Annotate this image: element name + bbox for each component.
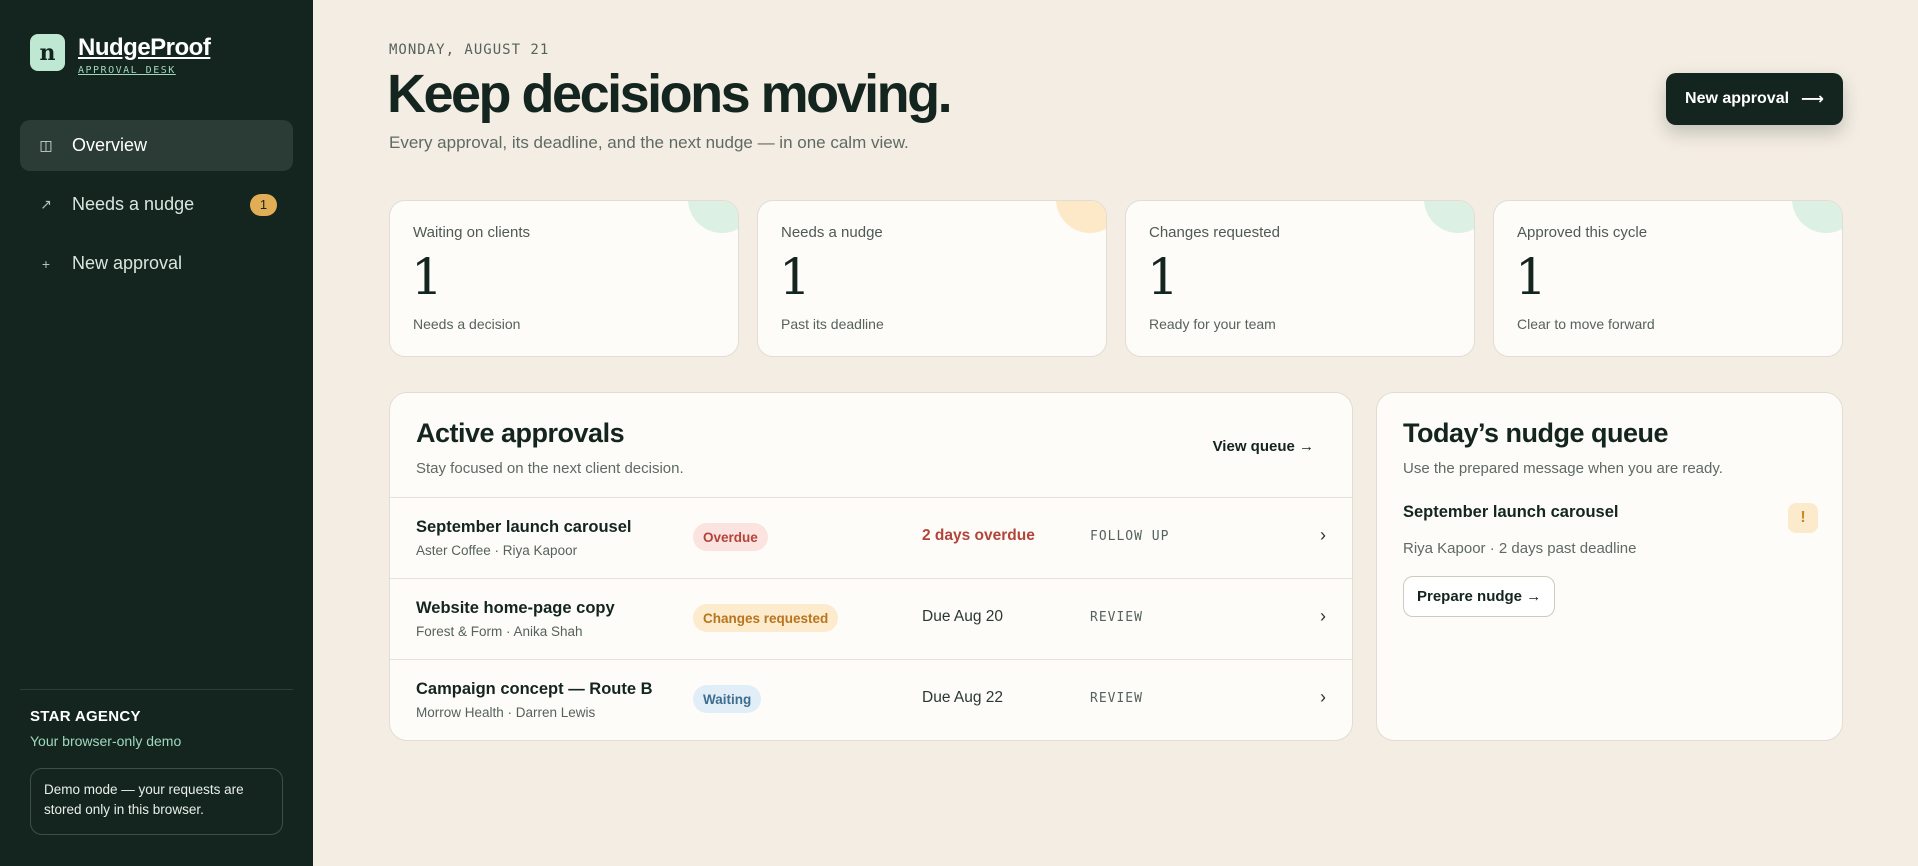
- panel-subtitle: Use the prepared message when you are re…: [1403, 460, 1723, 477]
- table-row[interactable]: Campaign concept — Route B Morrow Health…: [390, 659, 1352, 740]
- decorative-blob: [1424, 201, 1474, 233]
- sidebar-item-overview[interactable]: ◫ Overview: [20, 120, 293, 171]
- sidebar-divider: [20, 689, 293, 690]
- stat-note: Clear to move forward: [1517, 316, 1655, 332]
- view-queue-link[interactable]: View queue →: [1213, 438, 1314, 455]
- arrow-right-icon: ⟶: [1801, 91, 1824, 108]
- panel-subtitle: Stay focused on the next client decision…: [416, 460, 684, 477]
- new-approval-label: New approval: [1685, 90, 1790, 107]
- due-date: Due Aug 20: [922, 608, 1004, 625]
- stat-label: Needs a nudge: [781, 224, 883, 241]
- approvals-list: September launch carousel Aster Coffee ·…: [390, 497, 1352, 740]
- due-date: Due Aug 22: [922, 689, 1004, 706]
- status-badge: Changes requested: [693, 604, 839, 632]
- stat-label: Approved this cycle: [1517, 224, 1648, 241]
- table-row[interactable]: Website home-page copy Forest & Form · A…: [390, 578, 1352, 659]
- stat-value: 1: [779, 248, 811, 306]
- panel-icon: ◫: [39, 137, 53, 153]
- count-badge: 1: [250, 193, 277, 216]
- approval-meta: Aster Coffee · Riya Kapoor: [416, 543, 578, 558]
- decorative-blob: [688, 201, 738, 233]
- status-badge: Waiting: [693, 685, 762, 713]
- logo-icon: n: [30, 34, 65, 71]
- stat-note: Past its deadline: [781, 316, 884, 332]
- current-date: MONDAY, AUGUST 21: [389, 42, 550, 58]
- agency-name: STAR AGENCY: [30, 708, 141, 725]
- next-action: REVIEW: [1090, 691, 1143, 706]
- stat-value: 1: [1147, 248, 1179, 306]
- decorative-blob: [1792, 201, 1842, 233]
- stat-card-changes-requested: Changes requested 1 Ready for your team: [1125, 200, 1475, 357]
- approval-title: September launch carousel: [416, 518, 632, 536]
- due-date: 2 days overdue: [922, 527, 1035, 544]
- approval-meta: Morrow Health · Darren Lewis: [416, 705, 596, 720]
- warning-icon: !: [1788, 503, 1818, 533]
- brand-name[interactable]: NudgeProof: [78, 34, 211, 62]
- queue-item-meta: Riya Kapoor · 2 days past deadline: [1403, 540, 1637, 557]
- sidebar-item-new-approval[interactable]: + New approval: [20, 238, 293, 289]
- stat-value: 1: [411, 248, 443, 306]
- brand[interactable]: n NudgeProof APPROVAL DESK: [30, 34, 211, 76]
- brand-subtitle[interactable]: APPROVAL DESK: [78, 65, 210, 76]
- panel-title: Today’s nudge queue: [1403, 418, 1669, 448]
- next-action: REVIEW: [1090, 610, 1143, 625]
- demo-mode-notice: Demo mode — your requests are stored onl…: [30, 768, 283, 835]
- approval-title: Campaign concept — Route B: [416, 680, 653, 698]
- active-approvals-panel: Active approvals Stay focused on the nex…: [389, 392, 1353, 741]
- queue-item-title: September launch carousel: [1403, 503, 1619, 521]
- stat-label: Changes requested: [1149, 224, 1280, 241]
- sidebar-item-label: New approval: [72, 253, 183, 273]
- chevron-right-icon: ›: [1320, 606, 1326, 626]
- stat-card-approved: Approved this cycle 1 Clear to move forw…: [1493, 200, 1843, 357]
- sidebar-item-needs-a-nudge[interactable]: ↗ Needs a nudge 1: [20, 179, 293, 230]
- stat-note: Needs a decision: [413, 316, 521, 332]
- next-action: FOLLOW UP: [1090, 529, 1170, 544]
- stat-label: Waiting on clients: [413, 224, 530, 241]
- arrow-up-right-icon: ↗: [40, 196, 52, 212]
- page-title: Keep decisions moving.: [387, 64, 953, 124]
- status-badge: Overdue: [693, 523, 768, 551]
- sidebar: n NudgeProof APPROVAL DESK ◫ Overview ↗ …: [0, 0, 313, 866]
- approval-meta: Forest & Form · Anika Shah: [416, 624, 583, 639]
- stat-card-waiting: Waiting on clients 1 Needs a decision: [389, 200, 739, 357]
- table-row[interactable]: September launch carousel Aster Coffee ·…: [390, 497, 1352, 578]
- agency-subtitle: Your browser-only demo: [30, 733, 182, 749]
- panel-title: Active approvals: [416, 418, 625, 448]
- approval-title: Website home-page copy: [416, 599, 615, 617]
- sidebar-item-label: Overview: [72, 135, 148, 155]
- stat-note: Ready for your team: [1149, 316, 1276, 332]
- page-subtitle: Every approval, its deadline, and the ne…: [389, 133, 909, 152]
- chevron-right-icon: ›: [1320, 525, 1326, 545]
- prepare-nudge-button[interactable]: Prepare nudge →: [1403, 576, 1556, 617]
- stat-card-needs-nudge: Needs a nudge 1 Past its deadline: [757, 200, 1107, 357]
- sidebar-nav: ◫ Overview ↗ Needs a nudge 1 + New appro…: [20, 120, 293, 297]
- nudge-queue-panel: Today’s nudge queue Use the prepared mes…: [1376, 392, 1843, 741]
- new-approval-button[interactable]: New approval ⟶: [1666, 73, 1843, 125]
- chevron-right-icon: ›: [1320, 687, 1326, 707]
- sidebar-item-label: Needs a nudge: [72, 194, 195, 214]
- plus-icon: +: [41, 255, 51, 272]
- stat-value: 1: [1515, 248, 1547, 306]
- decorative-blob: [1056, 201, 1106, 233]
